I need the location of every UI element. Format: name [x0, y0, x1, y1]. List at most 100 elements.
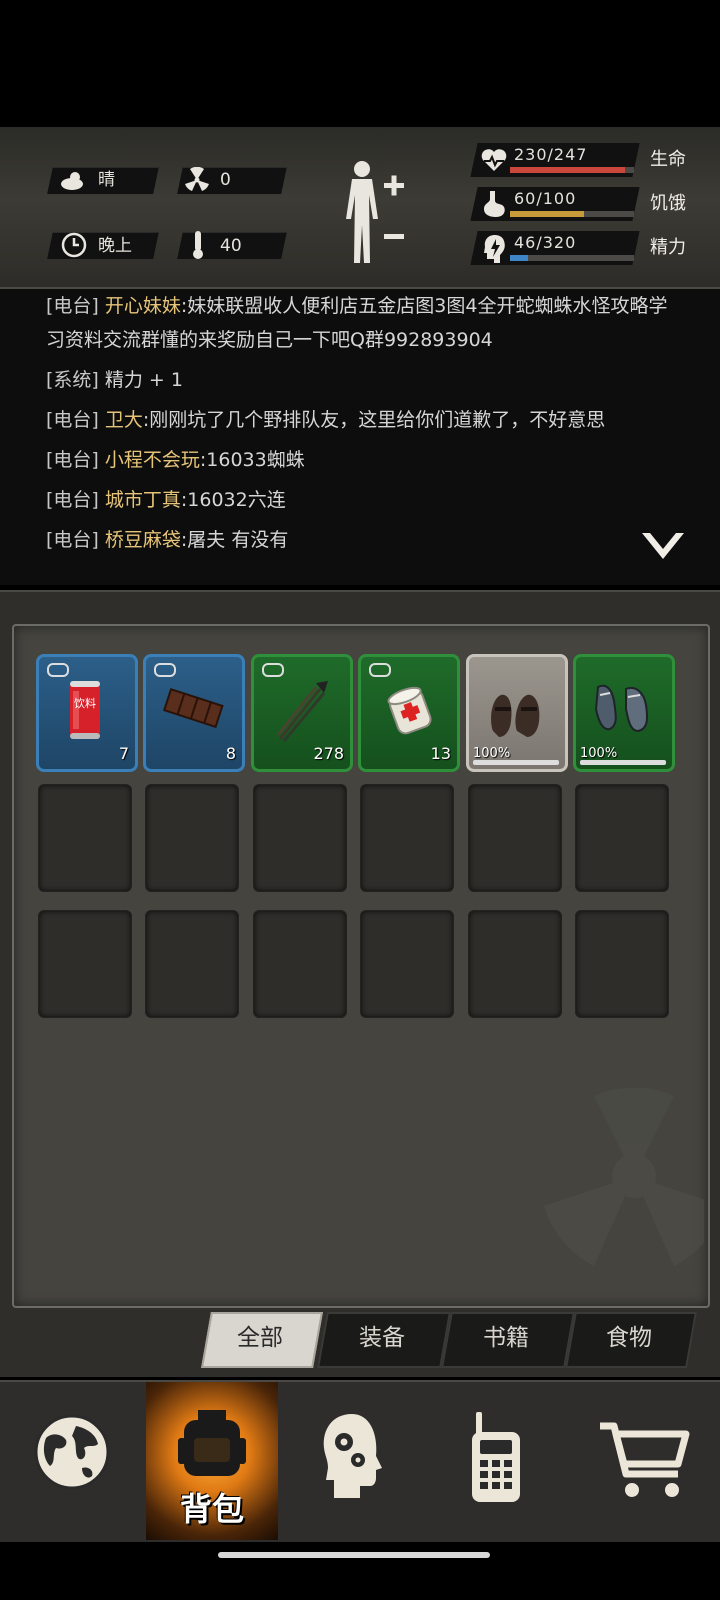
log-sender: 城市丁真	[104, 489, 181, 511]
item-count: 7	[118, 744, 129, 763]
log-message: 精力 + 1	[104, 369, 183, 391]
empty-slot[interactable]	[360, 910, 454, 1018]
temperature-value: 40	[220, 236, 242, 256]
tab-food-label: 食物	[606, 1325, 652, 1351]
link-icon	[369, 663, 391, 677]
log-message: :16032六连	[180, 489, 286, 511]
tab-all-label: 全部	[237, 1325, 283, 1351]
inventory-item-arrows[interactable]: 278	[251, 654, 353, 772]
radiation-value: 0	[220, 170, 231, 190]
health-bar	[510, 167, 634, 173]
body-figure-icon	[346, 161, 378, 263]
body-status-button[interactable]	[340, 159, 412, 267]
cloud-sun-icon	[61, 172, 83, 190]
log-sender: 小程不会玩	[104, 449, 200, 471]
item-durability: 100%	[473, 746, 511, 761]
log-line: [电台] 开心妹妹:妹妹联盟收人便利店五金店图3图4全开蛇蜘蛛水怪攻略学习资料交…	[46, 289, 686, 357]
durability-bar	[473, 760, 559, 765]
log-line: [系统] 精力 + 1	[46, 363, 686, 397]
expand-log-icon[interactable]	[640, 529, 686, 563]
cart-icon	[600, 1422, 690, 1497]
drink-can-icon: 饮料	[70, 681, 100, 739]
backpack-icon	[178, 1410, 246, 1476]
empty-slot[interactable]	[253, 784, 347, 892]
empty-slot[interactable]	[468, 784, 562, 892]
log-line: [电台] 城市丁真:16032六连	[46, 483, 686, 517]
chocolate-icon	[162, 687, 224, 729]
log-message: :屠夫 有没有	[180, 529, 289, 551]
svg-text:饮料: 饮料	[74, 696, 96, 710]
log-tag: [系统]	[46, 369, 99, 391]
health-bar-fill	[510, 167, 626, 173]
link-icon	[47, 663, 69, 677]
item-count: 8	[225, 744, 236, 763]
hunger-value: 60/100	[514, 189, 577, 208]
inventory-item-bandage[interactable]: 13	[358, 654, 460, 772]
empty-slot[interactable]	[575, 784, 669, 892]
tab-equipment-label: 装备	[359, 1325, 405, 1351]
energy-value: 46/320	[514, 233, 577, 252]
item-durability: 100%	[580, 746, 618, 761]
stomach-icon	[484, 191, 505, 217]
log-tag: [电台]	[46, 295, 99, 317]
item-count: 278	[313, 744, 344, 763]
log-message: :16033蜘蛛	[199, 449, 305, 471]
time-text: 晚上	[98, 236, 132, 256]
empty-slot[interactable]	[145, 784, 239, 892]
empty-slot[interactable]	[468, 910, 562, 1018]
status-header: 晴 0 晚上 40 230/247 生命 60/100 饥饿 46/320 精力	[0, 127, 720, 289]
inventory-item-drink[interactable]: 饮料 7	[36, 654, 138, 772]
log-sender: 桥豆麻袋	[104, 529, 181, 551]
tab-books-label: 书籍	[483, 1325, 529, 1351]
inventory-item-sandals[interactable]: 100%	[466, 654, 568, 772]
hunger-bar-fill	[510, 211, 585, 217]
bottom-nav: 背包	[0, 1380, 720, 1542]
log-tag: [电台]	[46, 489, 99, 511]
hunger-label: 饥饿	[650, 193, 686, 214]
log-tag: [电台]	[46, 449, 99, 471]
item-count: 13	[430, 744, 451, 763]
weather-text: 晴	[98, 170, 115, 190]
log-sender: 卫大	[104, 409, 143, 431]
radiation-icon	[185, 167, 209, 191]
inventory-item-chocolate[interactable]: 8	[143, 654, 245, 772]
sandals-icon	[491, 694, 540, 737]
empty-slot[interactable]	[575, 910, 669, 1018]
inventory-grid: 饮料 7 8 278 13 100% 100%	[12, 624, 710, 1308]
log-tag: [电台]	[46, 529, 99, 551]
energy-label: 精力	[650, 237, 686, 258]
nav-skills[interactable]	[288, 1382, 432, 1540]
heart-pulse-icon	[481, 149, 507, 171]
empty-slot[interactable]	[38, 910, 132, 1018]
nav-world-map[interactable]	[0, 1382, 144, 1540]
energy-bar-fill	[510, 255, 528, 261]
nav-backpack[interactable]: 背包	[146, 1382, 278, 1540]
radiation-watermark-icon	[544, 1087, 704, 1266]
minus-icon	[384, 234, 404, 239]
inventory-item-sneakers[interactable]: 100%	[573, 654, 675, 772]
hunger-bar	[510, 211, 634, 217]
nav-shop[interactable]	[576, 1382, 720, 1540]
energy-head-icon	[484, 235, 505, 263]
energy-bar	[510, 255, 634, 261]
empty-slot[interactable]	[360, 784, 454, 892]
health-label: 生命	[650, 149, 686, 170]
clock-icon	[61, 232, 87, 258]
empty-slot[interactable]	[145, 910, 239, 1018]
link-icon	[154, 663, 176, 677]
thermometer-icon	[193, 231, 203, 259]
message-log[interactable]: [电台] 开心妹妹:妹妹联盟收人便利店五金店图3图4全开蛇蜘蛛水怪攻略学习资料交…	[0, 289, 720, 585]
head-gears-icon	[323, 1414, 382, 1498]
nav-backpack-label: 背包	[179, 1490, 244, 1528]
log-tag: [电台]	[46, 409, 99, 431]
nav-radio[interactable]	[432, 1382, 576, 1540]
empty-slot[interactable]	[253, 910, 347, 1018]
empty-slot[interactable]	[38, 784, 132, 892]
sneakers-icon	[594, 684, 648, 733]
home-indicator[interactable]	[218, 1552, 490, 1558]
durability-bar	[580, 760, 666, 765]
log-line: [电台] 卫大:刚刚坑了几个野排队友，这里给你们道歉了，不好意思	[46, 403, 686, 437]
log-sender: 开心妹妹	[104, 295, 181, 317]
arrows-icon	[276, 681, 328, 742]
link-icon	[262, 663, 284, 677]
